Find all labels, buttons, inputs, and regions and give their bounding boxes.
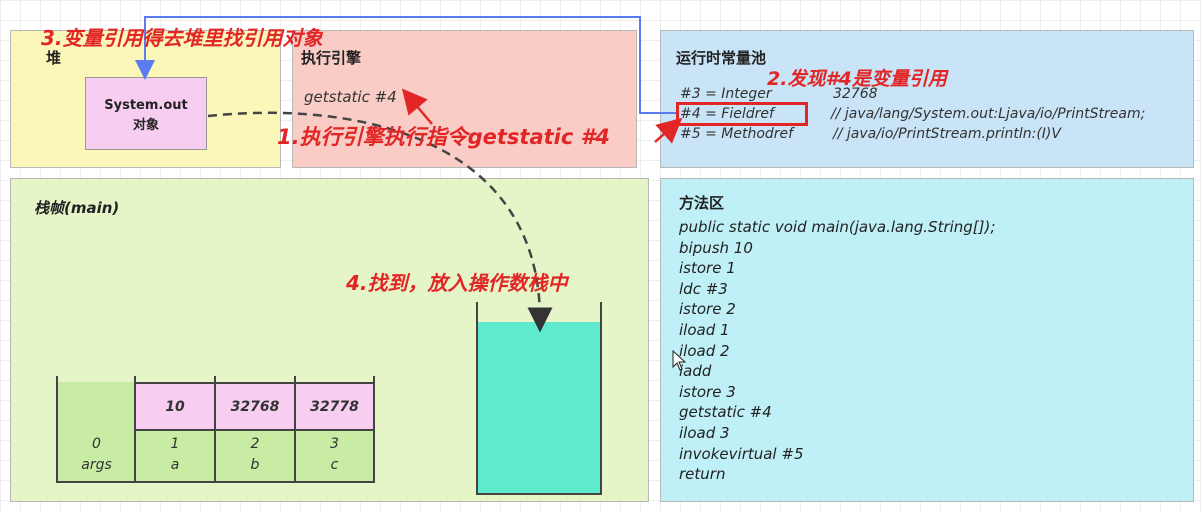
lv-index-0: 0	[92, 436, 101, 452]
system-out-label: System.out	[104, 98, 188, 113]
lv-value-top-border	[134, 382, 375, 384]
pool-title: 运行时常量池	[676, 49, 767, 67]
fieldref-highlight-box	[676, 102, 808, 126]
code-line: ldc #3	[679, 279, 728, 298]
lv-name-2: b	[250, 457, 260, 473]
operand-stack-wall-right	[600, 302, 602, 495]
operand-stack-wall-left	[476, 302, 478, 495]
lv-index-3: 3	[330, 436, 339, 452]
lv-value-1: 10	[136, 384, 214, 430]
method-area-title: 方法区	[679, 194, 725, 212]
system-out-object: System.out 对象	[85, 77, 207, 150]
code-line: public static void main(java.lang.String…	[679, 218, 996, 236]
code-line: istore 1	[679, 259, 736, 278]
code-line: istore 3	[679, 382, 736, 401]
operand-stack-fill	[477, 322, 601, 494]
pool-row-4-value: // java/lang/System.out:Ljava/io/PrintSt…	[831, 106, 1146, 122]
annotation-step4: 4.找到，放入操作数栈中	[346, 271, 568, 295]
code-line: bipush 10	[679, 238, 753, 257]
lv-value-2: 32768	[216, 384, 294, 430]
object-label: 对象	[132, 118, 159, 133]
lv-value-bottom-border	[134, 429, 375, 431]
operand-stack-bottom	[476, 493, 602, 495]
code-line: return	[679, 465, 726, 484]
lv-index-1: 1	[170, 436, 180, 452]
pool-row-5-ref: #5 = Methodref	[680, 126, 794, 142]
pool-row-5-value: // java/io/PrintStream.println:(I)V	[833, 126, 1061, 142]
pool-row-3-ref: #3 = Integer	[680, 86, 772, 102]
lv-border-left	[56, 376, 58, 483]
code-line: invokevirtual #5	[679, 444, 804, 463]
lv-name-1: a	[170, 457, 180, 473]
annotation-step1: 1.执行引擎执行指令getstatic #4	[277, 125, 610, 149]
mouse-cursor-icon	[672, 350, 687, 371]
lv-index-2: 2	[250, 436, 260, 452]
lv-name-3: c	[330, 457, 339, 473]
frame-title: 栈帧(main)	[34, 199, 120, 217]
code-line: getstatic #4	[679, 403, 772, 422]
annotation-step3: 3.变量引用得去堆里找引用对象	[41, 26, 323, 50]
code-line: iload 3	[679, 424, 730, 442]
annotation-step2: 2.发现#4是变量引用	[767, 68, 947, 90]
code-line: istore 2	[679, 300, 736, 319]
lv-name-0: args	[81, 457, 112, 473]
lv-value-3: 32778	[296, 384, 373, 430]
code-line: iload 1	[679, 321, 730, 339]
engine-instruction: getstatic #4	[304, 88, 397, 106]
